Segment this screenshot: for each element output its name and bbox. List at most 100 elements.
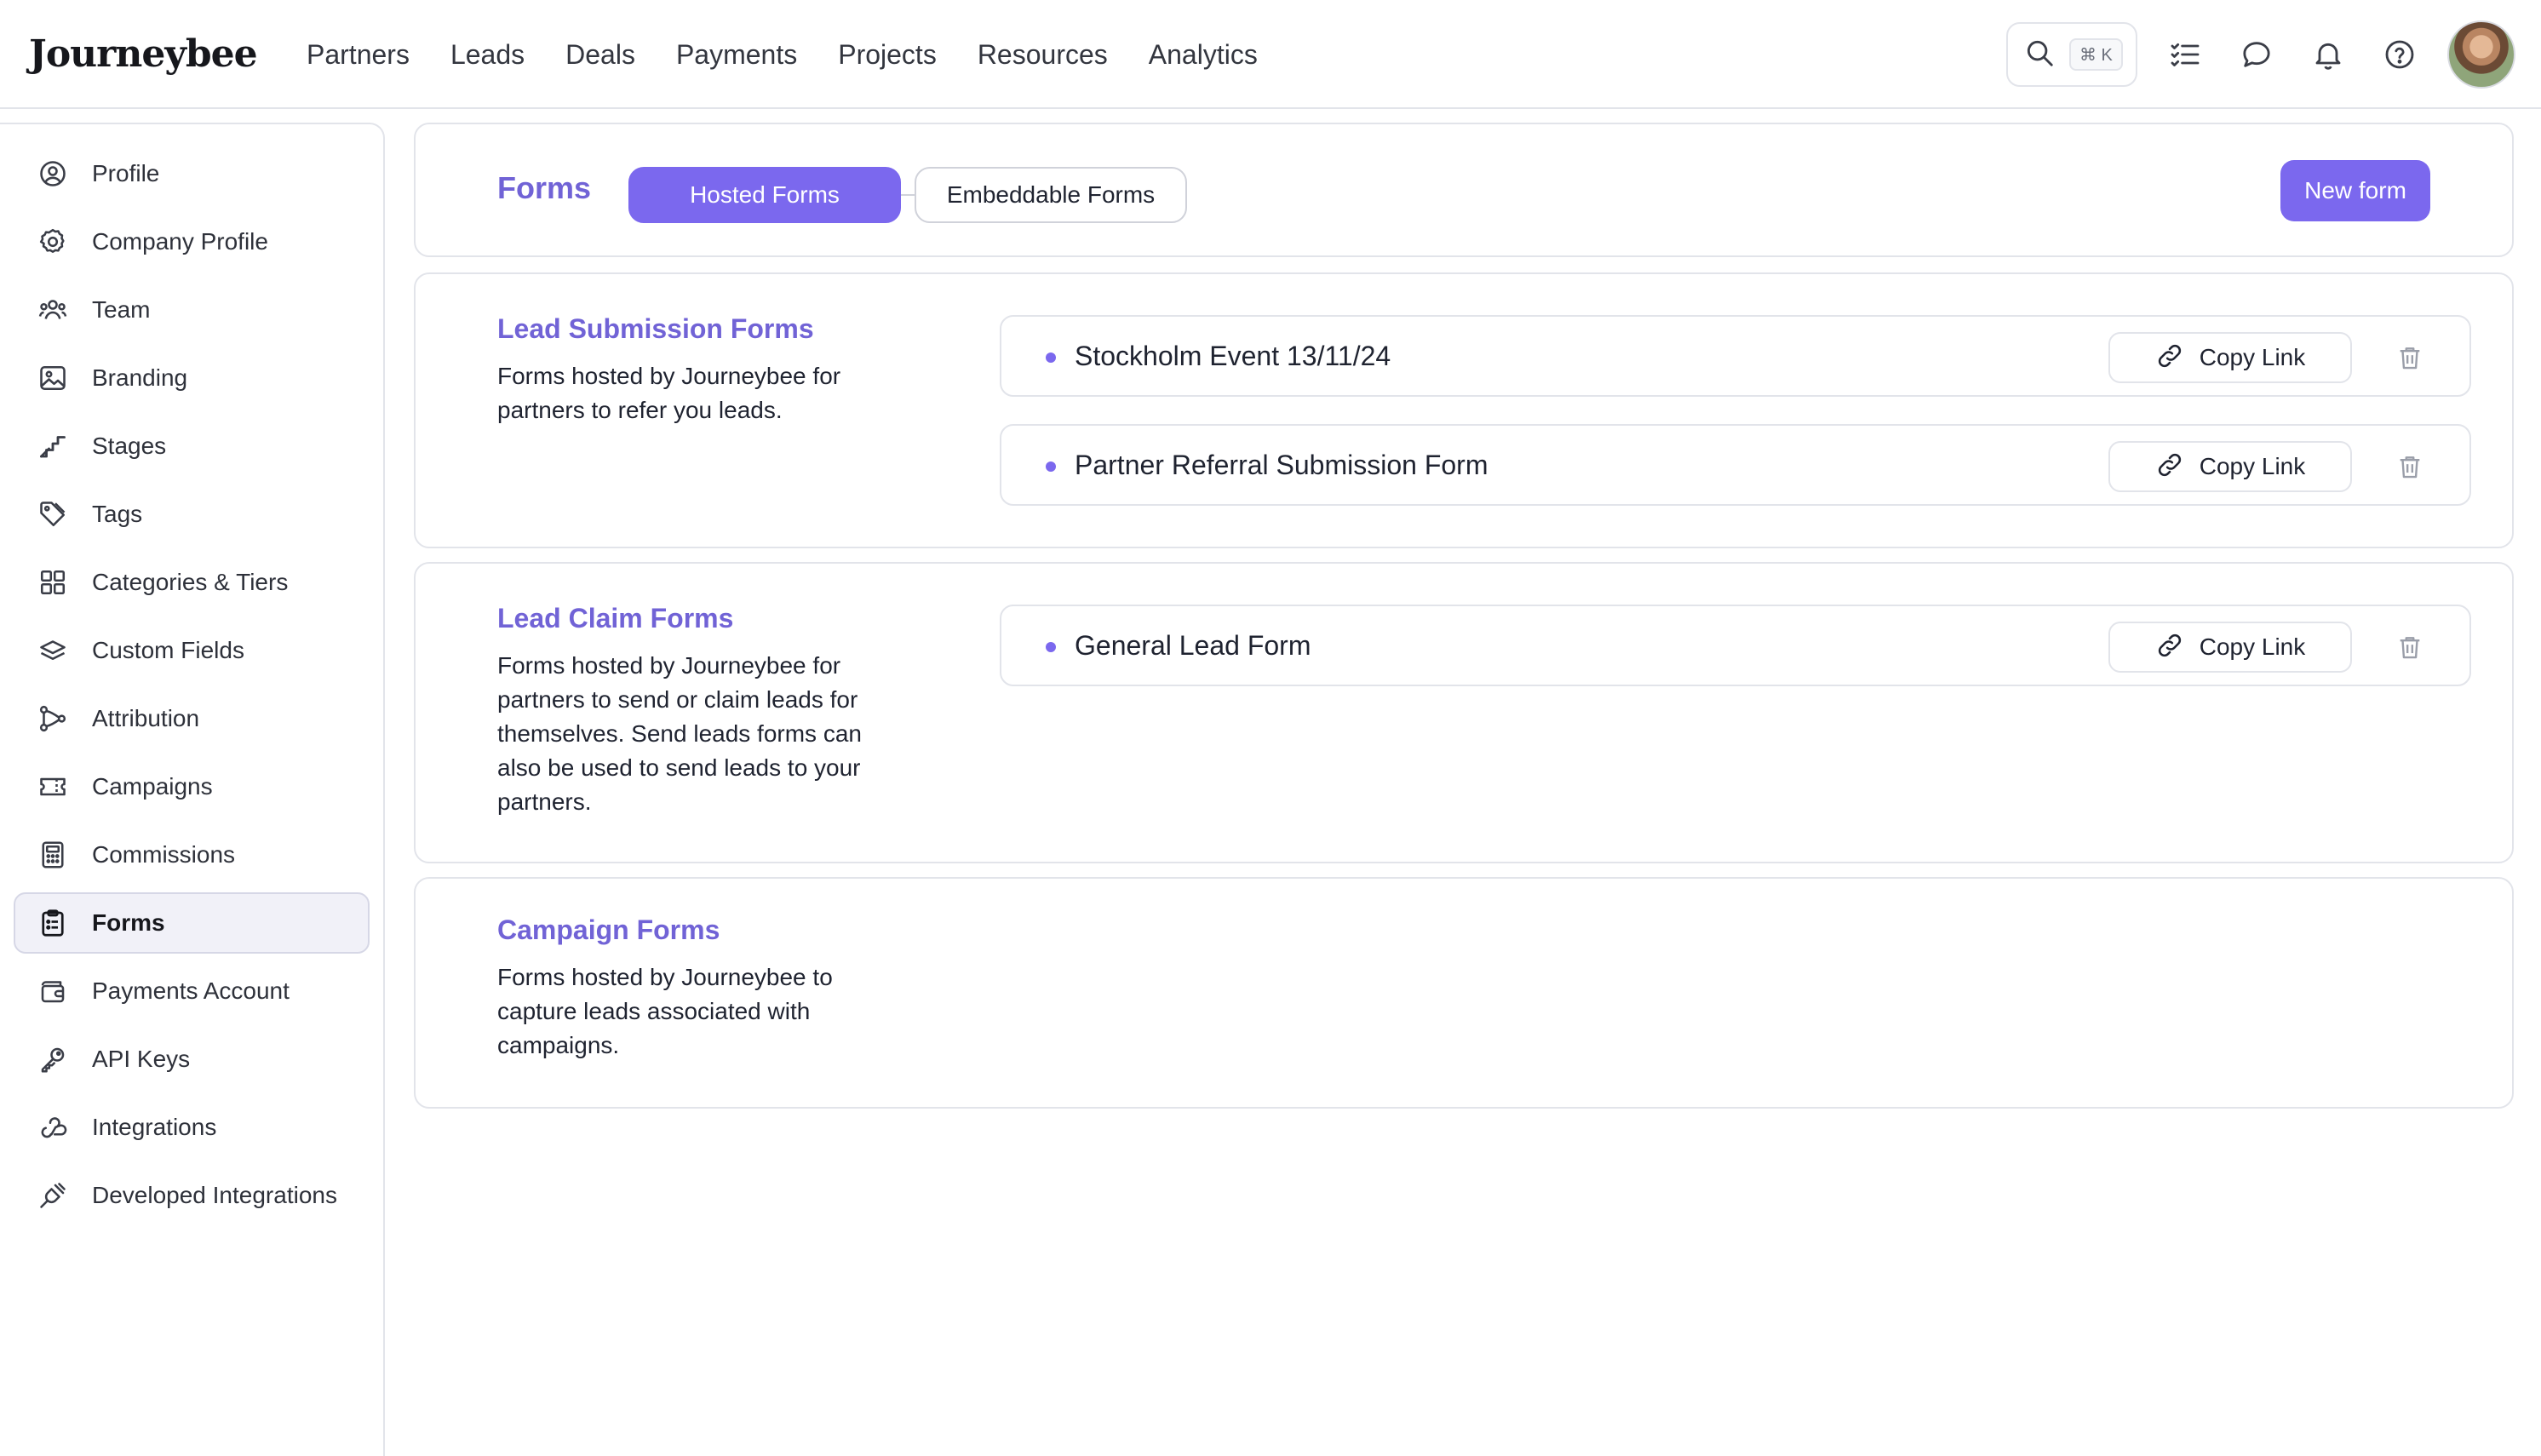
sidebar-item-label: Forms [92, 909, 165, 936]
sidebar-item-api-keys[interactable]: API Keys [14, 1029, 370, 1090]
help-icon[interactable] [2376, 31, 2423, 78]
trash-icon[interactable] [2391, 339, 2429, 376]
copy-link-button[interactable]: Copy Link [2108, 332, 2352, 383]
sidebar-item-profile[interactable]: Profile [14, 143, 370, 204]
checklist-icon[interactable] [2161, 31, 2209, 78]
sidebar-item-attribution[interactable]: Attribution [14, 688, 370, 749]
copy-link-label: Copy Link [2199, 453, 2306, 479]
sidebar-item-categories-tiers[interactable]: Categories & Tiers [14, 552, 370, 613]
form-status-dot [1046, 461, 1056, 472]
stairs-icon [36, 429, 70, 463]
key-icon [36, 1042, 70, 1076]
sidebar-item-label: Integrations [92, 1114, 217, 1140]
sidebar-item-label: Payments Account [92, 977, 290, 1004]
page-title: Forms [497, 170, 592, 205]
copy-link-button[interactable]: Copy Link [2108, 441, 2352, 492]
sidebar-item-label: Campaigns [92, 773, 213, 800]
nav-projects[interactable]: Projects [838, 39, 937, 71]
copy-link-button[interactable]: Copy Link [2108, 622, 2352, 673]
chat-icon[interactable] [2233, 31, 2280, 78]
sidebar-item-label: Branding [92, 364, 188, 391]
sidebar-item-custom-fields[interactable]: Custom Fields [14, 620, 370, 681]
sidebar-item-label: Custom Fields [92, 637, 244, 663]
trash-icon[interactable] [2391, 448, 2429, 485]
grid-icon [36, 565, 70, 599]
tab-hosted-forms[interactable]: Hosted Forms [628, 167, 901, 223]
link-icon [2155, 631, 2184, 664]
sidebar-item-stages[interactable]: Stages [14, 416, 370, 477]
tab-embeddable-forms[interactable]: Embeddable Forms [915, 167, 1187, 223]
sidebar-item-branding[interactable]: Branding [14, 347, 370, 409]
user-avatar[interactable] [2447, 20, 2515, 89]
sidebar-item-developed-integrations[interactable]: Developed Integrations [14, 1165, 370, 1226]
form-row: Stockholm Event 13/11/24 Copy Link [1000, 315, 2471, 397]
section-title: Campaign Forms [497, 914, 720, 945]
sidebar-item-label: Profile [92, 160, 160, 186]
user-circle-icon [36, 157, 70, 191]
trash-icon[interactable] [2391, 628, 2429, 666]
sidebar-item-forms[interactable]: Forms [14, 892, 370, 954]
calculator-icon [36, 838, 70, 872]
sidebar-item-label: Categories & Tiers [92, 569, 289, 595]
link-icon [2155, 341, 2184, 375]
clipboard-icon [36, 906, 70, 940]
top-actions: ⌘ K [2006, 0, 2515, 109]
main-nav: Partners Leads Deals Payments Projects R… [307, 0, 1258, 109]
nav-deals[interactable]: Deals [565, 39, 635, 71]
new-form-button[interactable]: New form [2280, 160, 2430, 221]
nav-payments[interactable]: Payments [676, 39, 797, 71]
logo-text: Journeybee [29, 32, 258, 76]
sidebar-item-integrations[interactable]: Integrations [14, 1097, 370, 1158]
tag-icon [36, 497, 70, 531]
section-description: Forms hosted by Journeybee to capture le… [497, 964, 833, 1058]
ticket-icon [36, 770, 70, 804]
search-shortcut-badge: ⌘ K [2069, 38, 2123, 71]
webhook-icon [36, 1110, 70, 1144]
form-name[interactable]: General Lead Form [1075, 630, 1311, 662]
form-row: General Lead Form Copy Link [1000, 605, 2471, 686]
nav-resources[interactable]: Resources [978, 39, 1108, 71]
settings-sidebar: Profile Company Profile Team Branding St… [0, 123, 385, 1456]
sidebar-item-payments-account[interactable]: Payments Account [14, 960, 370, 1022]
gear-icon [36, 225, 70, 259]
sidebar-item-label: Tags [92, 501, 143, 527]
section-description: Forms hosted by Journeybee for partners … [497, 363, 841, 423]
forms-header-card: Forms Hosted Forms Embeddable Forms New … [414, 123, 2514, 257]
form-status-dot [1046, 353, 1056, 363]
section-title: Lead Claim Forms [497, 603, 734, 633]
section-title: Lead Submission Forms [497, 313, 814, 344]
lead-claim-forms-section: Lead Claim Forms Forms hosted by Journey… [414, 562, 2514, 863]
lead-submission-forms-section: Lead Submission Forms Forms hosted by Jo… [414, 272, 2514, 548]
copy-link-label: Copy Link [2199, 344, 2306, 370]
section-description: Forms hosted by Journeybee for partners … [497, 652, 862, 815]
sidebar-item-label: Stages [92, 433, 167, 459]
link-icon [2155, 450, 2184, 484]
form-status-dot [1046, 642, 1056, 652]
campaign-forms-section: Campaign Forms Forms hosted by Journeybe… [414, 877, 2514, 1109]
form-row: Partner Referral Submission Form Copy Li… [1000, 424, 2471, 506]
search-icon [2023, 37, 2056, 73]
image-icon [36, 361, 70, 395]
top-navbar: Journeybee Partners Leads Deals Payments… [0, 0, 2541, 109]
sidebar-item-label: Developed Integrations [92, 1182, 337, 1208]
sidebar-item-label: Commissions [92, 841, 236, 868]
sidebar-item-label: Attribution [92, 705, 200, 731]
layers-icon [36, 633, 70, 668]
nav-leads[interactable]: Leads [450, 39, 525, 71]
nav-partners[interactable]: Partners [307, 39, 410, 71]
sidebar-item-company-profile[interactable]: Company Profile [14, 211, 370, 272]
form-name[interactable]: Stockholm Event 13/11/24 [1075, 341, 1391, 372]
nodes-icon [36, 702, 70, 736]
copy-link-label: Copy Link [2199, 633, 2306, 660]
search-button[interactable]: ⌘ K [2006, 22, 2137, 87]
nav-analytics[interactable]: Analytics [1149, 39, 1258, 71]
plug-icon [36, 1178, 70, 1212]
sidebar-item-tags[interactable]: Tags [14, 484, 370, 545]
sidebar-item-team[interactable]: Team [14, 279, 370, 341]
team-icon [36, 293, 70, 327]
form-name[interactable]: Partner Referral Submission Form [1075, 450, 1488, 481]
journeybee-logo[interactable]: Journeybee [29, 24, 258, 83]
bell-icon[interactable] [2304, 31, 2352, 78]
sidebar-item-commissions[interactable]: Commissions [14, 824, 370, 886]
sidebar-item-campaigns[interactable]: Campaigns [14, 756, 370, 817]
